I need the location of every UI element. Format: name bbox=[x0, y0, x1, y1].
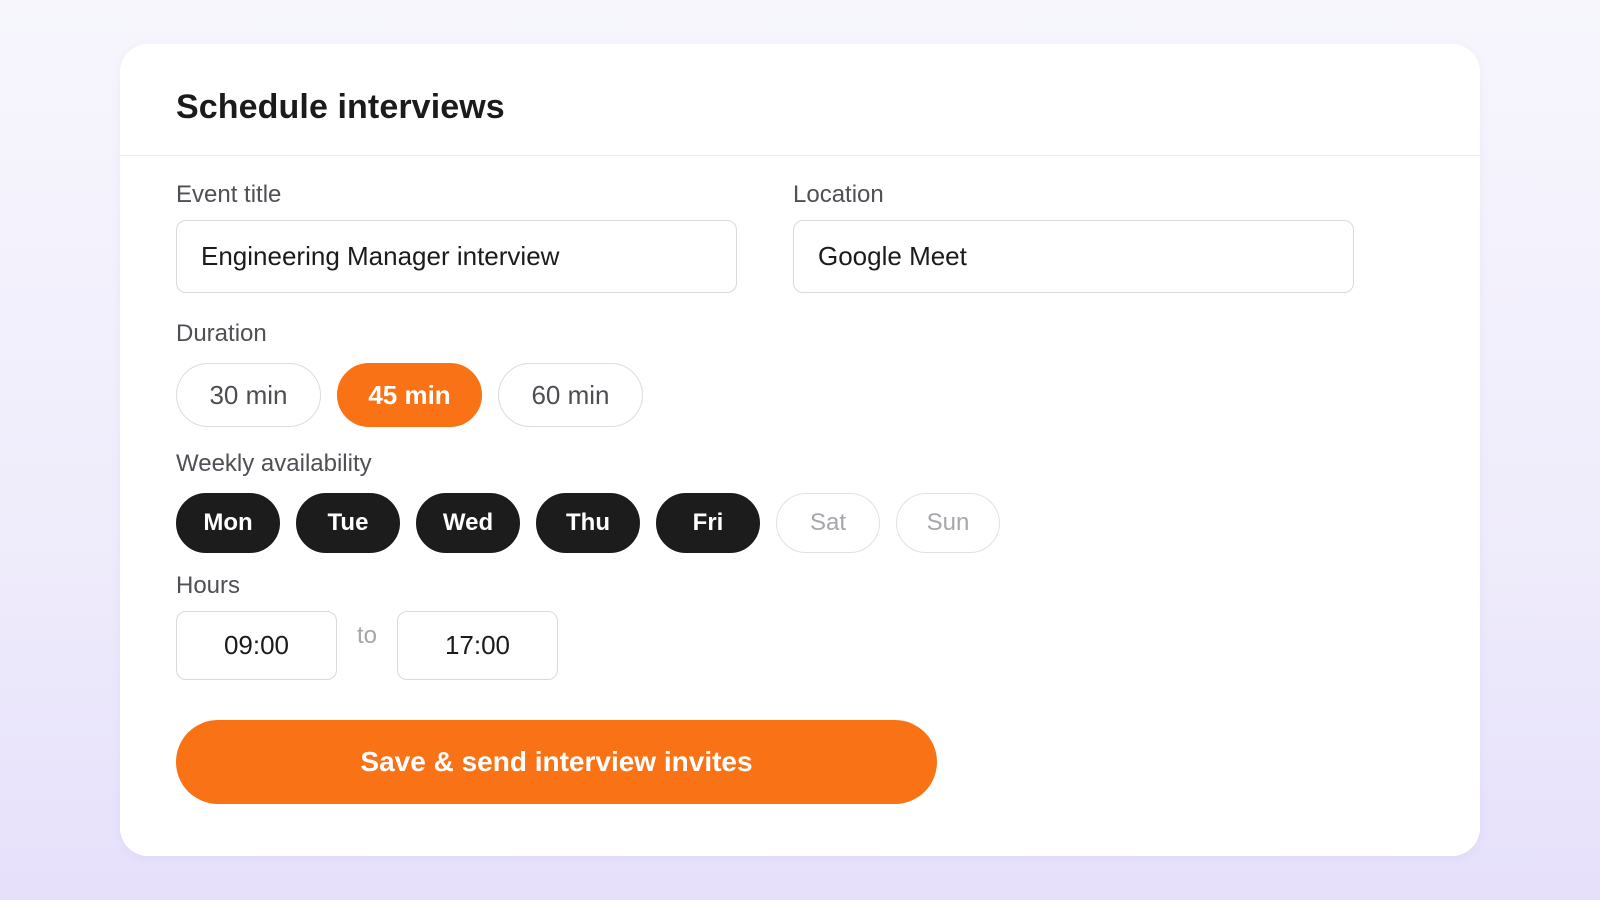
day-toggle-mon[interactable]: Mon bbox=[176, 493, 280, 553]
hours-separator: to bbox=[356, 621, 377, 649]
day-toggle-thu[interactable]: Thu bbox=[536, 493, 640, 553]
day-toggle-tue[interactable]: Tue bbox=[296, 493, 400, 553]
duration-option-45[interactable]: 45 min bbox=[337, 363, 482, 427]
day-toggles: Mon Tue Wed Thu Fri Sat Sun bbox=[176, 493, 1480, 553]
save-send-invites-button[interactable]: Save & send interview invites bbox=[176, 720, 937, 804]
duration-label: Duration bbox=[176, 320, 267, 347]
duration-options: 30 min 45 min 60 min bbox=[176, 363, 1480, 427]
event-title-label: Event title bbox=[176, 181, 282, 208]
location-label: Location bbox=[793, 181, 884, 208]
hours-row: 09:00 to 17:00 bbox=[176, 611, 1480, 680]
duration-section: Duration 30 min 45 min 60 min bbox=[176, 319, 1480, 427]
location-input[interactable]: Google Meet bbox=[793, 220, 1354, 293]
day-toggle-wed[interactable]: Wed bbox=[416, 493, 520, 553]
day-toggle-fri[interactable]: Fri bbox=[656, 493, 760, 553]
form-body: Event title Engineering Manager intervie… bbox=[120, 156, 1480, 804]
availability-label: Weekly availability bbox=[176, 450, 372, 477]
title-location-row: Event title Engineering Manager intervie… bbox=[176, 180, 1480, 293]
page-title: Schedule interviews bbox=[176, 88, 505, 126]
event-title-group: Event title Engineering Manager intervie… bbox=[176, 180, 737, 293]
card-header: Schedule interviews bbox=[120, 44, 1480, 156]
location-group: Location Google Meet bbox=[793, 180, 1354, 293]
hours-section: Hours 09:00 to 17:00 bbox=[176, 571, 1480, 680]
schedule-card: Schedule interviews Event title Engineer… bbox=[120, 44, 1480, 856]
event-title-input[interactable]: Engineering Manager interview bbox=[176, 220, 737, 293]
hours-label: Hours bbox=[176, 572, 241, 599]
availability-section: Weekly availability Mon Tue Wed Thu Fri … bbox=[176, 449, 1480, 553]
day-toggle-sat[interactable]: Sat bbox=[776, 493, 880, 553]
end-time-input[interactable]: 17:00 bbox=[397, 611, 558, 680]
day-toggle-sun[interactable]: Sun bbox=[896, 493, 1000, 553]
duration-option-30[interactable]: 30 min bbox=[176, 363, 321, 427]
duration-option-60[interactable]: 60 min bbox=[498, 363, 643, 427]
start-time-input[interactable]: 09:00 bbox=[176, 611, 337, 680]
